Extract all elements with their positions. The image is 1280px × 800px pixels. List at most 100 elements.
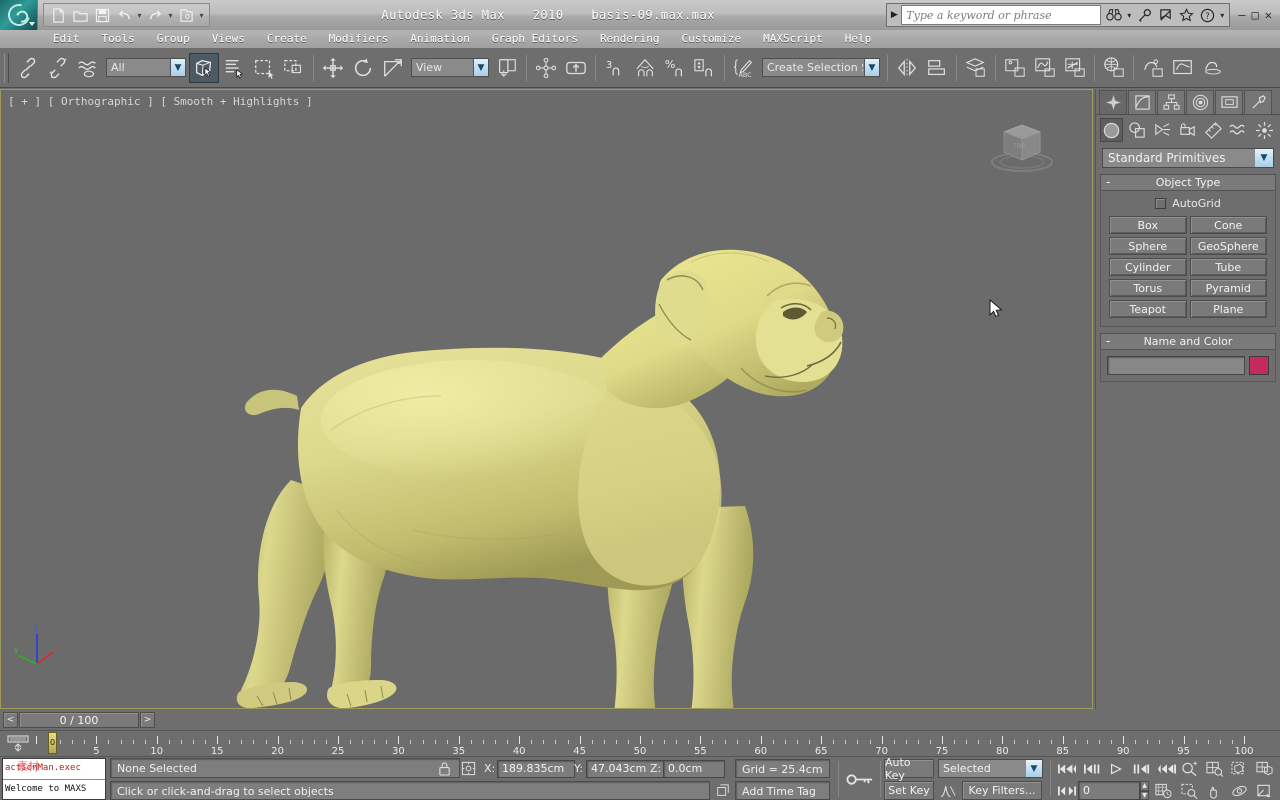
redo-icon[interactable] [145, 5, 165, 25]
maximize-viewport-toggle-icon[interactable] [1253, 781, 1275, 800]
rectangular-selection-region-icon[interactable] [249, 53, 279, 83]
schematic-view-icon[interactable] [1030, 53, 1060, 83]
layer-manager-icon[interactable] [961, 53, 991, 83]
create-cone-button[interactable]: Cone [1189, 216, 1267, 234]
current-frame-input[interactable]: 0 [1078, 781, 1140, 800]
help-question-icon[interactable]: ? [1197, 5, 1217, 25]
communication-center-icon[interactable] [1155, 5, 1175, 25]
maxscript-listener-input[interactable]: Welcome to MAXS [3, 779, 105, 799]
snaps-toggle-3-icon[interactable]: 3 [600, 53, 630, 83]
project-folder-icon[interactable] [176, 5, 196, 25]
current-frame-display[interactable]: 0 / 100 [19, 712, 139, 728]
menu-item-rendering[interactable]: Rendering [589, 30, 671, 48]
close-button[interactable]: ✕ [1265, 8, 1272, 22]
render-setup-icon[interactable] [1099, 53, 1129, 83]
menu-item-maxscript[interactable]: MAXScript [752, 30, 834, 48]
timeline-ruler[interactable]: 5 10 15 20 25 30 35 40 45 50 55 60 65 70 75 80 85 90 95 100 [36, 731, 1280, 757]
binoculars-dropdown-icon[interactable]: ▾ [1125, 5, 1133, 25]
go-to-start-icon[interactable] [1056, 759, 1078, 778]
spinner-snap-toggle-icon[interactable] [690, 53, 720, 83]
select-object-icon[interactable] [189, 52, 219, 83]
chevron-down-icon[interactable]: ▼ [1026, 760, 1042, 777]
use-pivot-point-center-icon[interactable] [492, 53, 522, 83]
maxscript-listener-output[interactable]: actionMan.exec 素材 [3, 759, 105, 779]
set-key-button[interactable]: Set Key [884, 781, 934, 800]
previous-frame-icon[interactable] [1082, 759, 1104, 778]
redo-dropdown-icon[interactable]: ▾ [167, 11, 174, 20]
edit-named-selection-sets-icon[interactable]: ABC [729, 53, 759, 83]
menu-item-graph-editors[interactable]: Graph Editors [481, 30, 589, 48]
cameras-category-icon[interactable] [1176, 118, 1199, 142]
frame-spinner[interactable]: ▲ ▼ [1140, 781, 1149, 800]
pan-view-icon[interactable] [1203, 781, 1225, 800]
menu-item-edit[interactable]: Edit [42, 30, 91, 48]
help-dropdown-icon[interactable]: ▾ [1218, 5, 1226, 25]
key-mode-toggle-nav-icon[interactable] [1056, 781, 1078, 800]
zoom-region-icon[interactable] [1178, 781, 1200, 800]
search-input[interactable]: Type a keyword or phrase [901, 5, 1102, 25]
perspective-viewport[interactable]: [ + ] [ Orthographic ] [ Smooth + Highli… [0, 89, 1093, 709]
time-slider-handle[interactable]: 0 [48, 732, 57, 754]
bind-to-space-warp-icon[interactable] [73, 53, 103, 83]
open-mini-curve-editor-icon[interactable] [5, 734, 33, 754]
absolute-mode-transform-icon[interactable] [458, 759, 478, 778]
orbit-icon[interactable] [1228, 781, 1250, 800]
key-mode-toggle-icon[interactable] [845, 769, 875, 789]
menu-item-views[interactable]: Views [201, 30, 256, 48]
coord-z-input[interactable]: 0.0cm [663, 759, 725, 778]
modify-tab-icon[interactable] [1128, 90, 1156, 114]
create-cylinder-button[interactable]: Cylinder [1109, 258, 1187, 276]
play-animation-icon[interactable] [1106, 759, 1128, 778]
menu-item-tools[interactable]: Tools [91, 30, 146, 48]
create-plane-button[interactable]: Plane [1189, 300, 1267, 318]
display-tab-icon[interactable] [1215, 90, 1243, 114]
window-crossing-icon[interactable] [279, 53, 309, 83]
unlink-selection-icon[interactable] [43, 53, 73, 83]
chevron-down-icon[interactable]: ▼ [170, 59, 185, 76]
new-file-icon[interactable] [48, 5, 68, 25]
object-color-swatch[interactable] [1249, 356, 1269, 375]
select-and-scale-icon[interactable] [378, 53, 408, 83]
select-and-rotate-icon[interactable] [348, 53, 378, 83]
chevron-down-icon[interactable]: ▼ [864, 59, 879, 76]
render-production-icon[interactable] [1168, 53, 1198, 83]
zoom-all-icon[interactable] [1203, 759, 1225, 778]
coord-x-input[interactable]: 189.835cm [497, 759, 575, 778]
go-to-end-icon[interactable] [1156, 759, 1178, 778]
zoom-icon[interactable] [1178, 759, 1200, 778]
select-and-move-icon[interactable] [318, 53, 348, 83]
rendered-frame-window-icon[interactable] [1138, 53, 1168, 83]
menu-item-animation[interactable]: Animation [399, 30, 481, 48]
align-icon[interactable] [922, 53, 952, 83]
material-editor-icon[interactable] [1060, 53, 1090, 83]
favorites-star-icon[interactable] [1176, 5, 1196, 25]
object-name-input[interactable] [1107, 356, 1245, 375]
rollout-object-type-header[interactable]: - Object Type [1100, 174, 1276, 191]
menu-item-customize[interactable]: Customize [671, 30, 753, 48]
auto-key-button[interactable]: Auto Key [884, 756, 934, 782]
maximize-button[interactable]: □ [1252, 8, 1259, 22]
lights-category-icon[interactable] [1151, 118, 1174, 142]
mirror-icon[interactable] [892, 53, 922, 83]
angle-snap-toggle-icon[interactable] [630, 53, 660, 83]
create-torus-button[interactable]: Torus [1109, 279, 1187, 297]
time-configuration-icon[interactable] [1152, 781, 1174, 800]
toolbar-grip[interactable] [4, 52, 9, 83]
qat-more-icon[interactable]: ▾ [198, 11, 205, 20]
select-and-link-icon[interactable] [13, 53, 43, 83]
infocenter-expand-icon[interactable]: ▶ [887, 10, 901, 20]
rollout-name-and-color-header[interactable]: - Name and Color [1100, 333, 1276, 350]
create-teapot-button[interactable]: Teapot [1109, 300, 1187, 318]
selection-filter-combo[interactable]: All ▼ [106, 58, 186, 77]
menu-item-help[interactable]: Help [834, 30, 883, 48]
key-filters-button[interactable]: Key Filters... [962, 781, 1042, 800]
add-time-tag-button[interactable]: Add Time Tag [735, 781, 830, 800]
menu-item-create[interactable]: Create [256, 30, 318, 48]
named-selection-sets-combo[interactable]: Create Selection Set ▼ [762, 58, 880, 77]
space-warps-category-icon[interactable] [1227, 118, 1250, 142]
create-tab-icon[interactable] [1099, 90, 1127, 114]
helpers-category-icon[interactable] [1202, 118, 1225, 142]
shapes-category-icon[interactable] [1125, 118, 1148, 142]
transform-type-in-icon[interactable] [713, 781, 733, 800]
application-menu-button[interactable] [0, 0, 38, 31]
